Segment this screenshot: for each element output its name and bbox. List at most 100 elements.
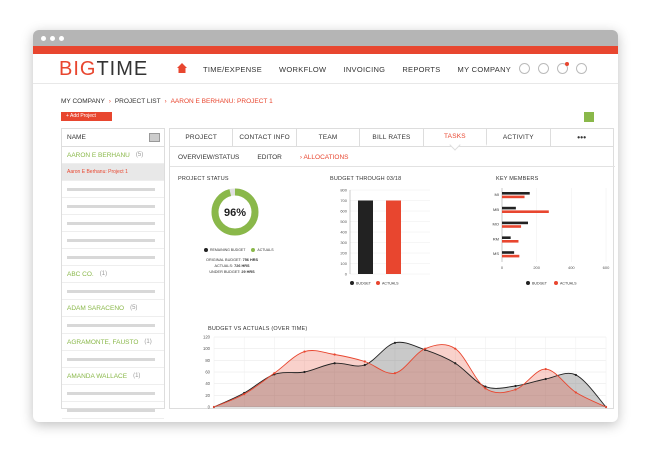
y-tick-label: 200 <box>340 251 347 256</box>
sidebar-client-row[interactable]: ABC CO. (1) <box>62 266 164 283</box>
chevron-right-icon: › <box>164 98 167 105</box>
user-circle-icon[interactable] <box>538 63 549 74</box>
subtab-allocations[interactable]: › ALLOCATIONS <box>300 154 349 161</box>
placeholder-line <box>67 391 155 395</box>
sidebar-placeholder-row[interactable] <box>62 283 164 300</box>
legend-label: ACTUALS <box>382 282 399 286</box>
add-project-button[interactable]: + Add Project <box>61 112 112 121</box>
status-donut: 96% <box>211 188 259 236</box>
sidebar-project-row[interactable]: Aaron E Berhanu: Project 1 <box>62 164 164 181</box>
breadcrumb-project-list[interactable]: PROJECT LIST <box>115 98 161 105</box>
sidebar-client-row[interactable]: AARON E BERHANU (5) <box>62 147 164 164</box>
sidebar-toggle-icon[interactable] <box>149 133 160 142</box>
sidebar-placeholder-row[interactable] <box>62 215 164 232</box>
tab-team[interactable]: TEAM <box>297 129 361 146</box>
window-dot-icon[interactable] <box>59 35 64 41</box>
point-actuals <box>484 387 487 390</box>
point-actuals <box>393 372 397 375</box>
placeholder-line <box>67 204 155 208</box>
x-tick-label: 400 <box>568 265 575 270</box>
logo-big: BIG <box>59 58 97 80</box>
breadcrumb-current: AARON E BERHANU: PROJECT 1 <box>170 98 273 105</box>
top-nav: BIGTIME TIME/EXPENSE WORKFLOW INVOICING … <box>33 54 618 84</box>
client-count: (1) <box>99 271 108 277</box>
bar-actuals <box>502 225 522 228</box>
point-actuals <box>333 353 336 356</box>
status-line: UNDER BUDGET: 29 HRS <box>197 269 267 275</box>
category-label: MB <box>493 207 499 212</box>
subtab-editor[interactable]: EDITOR <box>257 154 281 161</box>
bar-actuals <box>502 254 520 258</box>
sidebar-placeholder-row[interactable] <box>62 249 164 266</box>
client-count: (1) <box>144 339 152 345</box>
point-actuals <box>454 347 457 350</box>
sidebar-placeholder-row[interactable] <box>62 232 164 249</box>
bar-actuals <box>502 240 519 243</box>
client-name: AARON E BERHANU <box>67 151 130 159</box>
point-budget <box>333 362 336 365</box>
sidebar-placeholder-row[interactable] <box>62 402 164 419</box>
window-dot-icon[interactable] <box>41 35 46 41</box>
legend-label: ACTUALS <box>257 248 274 252</box>
sidebar-placeholder-row[interactable] <box>62 198 164 215</box>
breadcrumb: MY COMPANY › PROJECT LIST › AARON E BERH… <box>61 98 273 105</box>
project-name: Aaron E Berhanu: Project 1 <box>67 169 128 175</box>
bar-budget <box>502 251 515 254</box>
breadcrumb-company[interactable]: MY COMPANY <box>61 98 105 105</box>
y-tick-label: 40 <box>205 381 210 386</box>
tab-tasks[interactable]: TASKS <box>423 129 488 146</box>
sidebar: NAME AARON E BERHANU (5) Aaron E Berhanu: … <box>61 128 165 419</box>
budget-vs-actuals-chart: 0 20 40 60 80 100 120 <box>203 335 608 410</box>
point-actuals <box>574 391 577 394</box>
point-actuals <box>243 393 246 396</box>
legend-actuals: ACTUALS <box>251 248 274 252</box>
donut-percent: 96% <box>224 207 246 219</box>
header-actions <box>519 62 587 74</box>
point-actuals <box>273 372 276 375</box>
user-circle-icon[interactable] <box>519 63 530 74</box>
y-tick-label: 600 <box>340 209 347 214</box>
bigtime-logo[interactable]: BIGTIME <box>59 58 148 81</box>
home-icon[interactable] <box>176 62 188 74</box>
key-members-chart: 0 200 400 600 MI MB MO RM MS BUDGET ACTUALS <box>493 188 610 286</box>
app-window: BIGTIME TIME/EXPENSE WORKFLOW INVOICING … <box>33 30 618 422</box>
placeholder-line <box>67 323 155 327</box>
nav-invoicing[interactable]: INVOICING <box>343 65 385 74</box>
status-line-label: ACTUALS: <box>214 264 234 268</box>
sidebar-client-row[interactable]: ADAM SARACENO (5) <box>62 300 164 317</box>
x-tick-label: 200 <box>533 265 540 270</box>
sidebar-client-row[interactable]: AMANDA WALLACE (1) <box>62 368 164 385</box>
status-summary: ORIGINAL BUDGET: 756 HRS ACTUALS: 726 HR… <box>197 257 267 275</box>
tab-contact-info[interactable]: CONTACT INFO <box>233 129 297 146</box>
sidebar-placeholder-row[interactable] <box>62 351 164 368</box>
y-tick-label: 100 <box>340 261 347 266</box>
placeholder-line <box>67 255 155 259</box>
sidebar-placeholder-row[interactable] <box>62 317 164 334</box>
user-circle-icon[interactable] <box>576 63 587 74</box>
nav-reports[interactable]: REPORTS <box>402 65 440 74</box>
nav-time-expense[interactable]: TIME/EXPENSE <box>203 65 262 74</box>
window-dot-icon[interactable] <box>50 35 55 41</box>
y-tick-label: 0 <box>208 405 211 410</box>
tab-more[interactable]: ••• <box>551 129 613 146</box>
sidebar-placeholder-row[interactable] <box>62 181 164 198</box>
nav-workflow[interactable]: WORKFLOW <box>279 65 326 74</box>
notification-icon[interactable] <box>557 62 569 74</box>
category-label: RM <box>493 236 499 241</box>
y-tick-label: 0 <box>345 272 348 277</box>
sidebar-client-row[interactable]: AGRAMONTE, FAUSTO (1) <box>62 334 164 351</box>
tab-project[interactable]: PROJECT <box>170 129 234 146</box>
nav-my-company[interactable]: MY COMPANY <box>458 65 512 74</box>
bar-budget <box>502 236 511 239</box>
sidebar-placeholder-row[interactable] <box>62 385 164 402</box>
subtab-overview-status[interactable]: OVERVIEW/STATUS <box>178 154 239 161</box>
status-line-label: ORIGINAL BUDGET: <box>206 258 242 262</box>
point-actuals <box>544 367 547 371</box>
tab-activity[interactable]: ACTIVITY <box>487 129 551 146</box>
logo-time: TIME <box>96 58 149 80</box>
tab-bill-rates[interactable]: BILL RATES <box>360 129 424 146</box>
legend-label: BUDGET <box>356 282 372 286</box>
category-label: MO <box>493 222 499 227</box>
status-line-value: 29 HRS <box>241 270 255 274</box>
status-square-icon[interactable] <box>584 112 594 122</box>
